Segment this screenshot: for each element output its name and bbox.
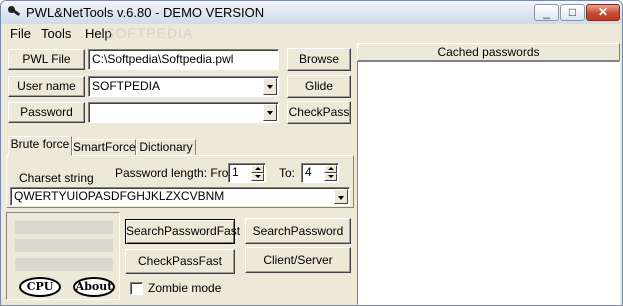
length-to-stepper[interactable]: 4 — [301, 163, 339, 183]
spin-up-icon[interactable] — [324, 165, 337, 173]
tab-brute-force[interactable]: Brute force — [8, 136, 72, 156]
user-name-button[interactable]: User name — [8, 76, 85, 97]
progress-bar — [15, 239, 113, 252]
search-password-button[interactable]: SearchPassword — [245, 218, 351, 244]
search-password-fast-button[interactable]: SearchPasswordFast — [125, 219, 240, 244]
pwl-file-button[interactable]: PWL File — [8, 49, 85, 70]
glide-button[interactable]: Glide — [287, 75, 351, 98]
length-to-label: To: — [279, 166, 296, 180]
progress-bar — [15, 258, 113, 271]
menu-help[interactable]: Help — [85, 26, 112, 41]
chevron-down-icon[interactable] — [334, 189, 348, 204]
user-name-combo[interactable]: SOFTPEDIA — [88, 76, 279, 97]
charset-label: Charset string — [19, 171, 94, 185]
charset-combo[interactable]: QWERTYUIOPASDFGHJKLZXCVBNM — [10, 187, 350, 206]
tab-dictionary[interactable]: Dictionary — [136, 139, 196, 156]
app-window: PWL&NetTools v.6.80 - DEMO VERSION _ □ ✕… — [0, 0, 623, 306]
maximize-button[interactable]: □ — [560, 4, 585, 21]
menu-file[interactable]: File — [10, 26, 31, 41]
cached-passwords-header[interactable]: Cached passwords — [357, 43, 620, 61]
checkpass-button[interactable]: CheckPass — [287, 101, 351, 124]
zombie-mode-checkbox[interactable] — [130, 282, 143, 295]
checkpass-fast-button[interactable]: CheckPassFast — [125, 249, 235, 274]
zombie-mode-label: Zombie mode — [148, 281, 222, 295]
spin-down-icon[interactable] — [324, 173, 337, 181]
close-button[interactable]: ✕ — [586, 4, 620, 21]
charset-value: QWERTYUIOPASDFGHJKLZXCVBNM — [14, 189, 225, 203]
key-icon — [8, 6, 21, 18]
password-combo[interactable] — [88, 102, 279, 123]
tab-smartforce[interactable]: SmartForce — [72, 139, 136, 156]
cached-passwords-list[interactable] — [357, 61, 620, 305]
cpu-button[interactable]: CPU — [19, 277, 61, 297]
menu-bar: File Tools Help SOFTPEDIA — [1, 24, 622, 42]
minimize-button[interactable]: _ — [534, 4, 559, 21]
length-from-stepper[interactable]: 1 — [228, 163, 266, 183]
client-area: PWL File C:\Softpedia\Softpedia.pwl Brow… — [5, 42, 620, 305]
client-server-button[interactable]: Client/Server — [245, 247, 351, 273]
user-name-value: SOFTPEDIA — [92, 79, 161, 93]
window-title: PWL&NetTools v.6.80 - DEMO VERSION — [26, 5, 265, 20]
password-button[interactable]: Password — [8, 102, 85, 123]
watermark: SOFTPEDIA — [105, 25, 194, 41]
chevron-down-icon[interactable] — [263, 78, 277, 95]
browse-button[interactable]: Browse — [287, 48, 351, 71]
spin-down-icon[interactable] — [251, 173, 264, 181]
password-length-label: Password length: From — [115, 166, 239, 180]
length-to-value: 4 — [305, 165, 312, 179]
spin-up-icon[interactable] — [251, 165, 264, 173]
brute-force-panel: Charset string Password length: From 1 T… — [6, 155, 354, 208]
length-from-value: 1 — [232, 165, 239, 179]
status-panel: CPU About — [6, 212, 120, 300]
chevron-down-icon[interactable] — [263, 104, 277, 121]
progress-bar — [15, 221, 113, 234]
menu-tools[interactable]: Tools — [41, 26, 71, 41]
about-button[interactable]: About — [73, 277, 115, 297]
title-bar[interactable]: PWL&NetTools v.6.80 - DEMO VERSION _ □ ✕ — [1, 1, 622, 24]
pwl-file-input[interactable]: C:\Softpedia\Softpedia.pwl — [88, 49, 279, 70]
